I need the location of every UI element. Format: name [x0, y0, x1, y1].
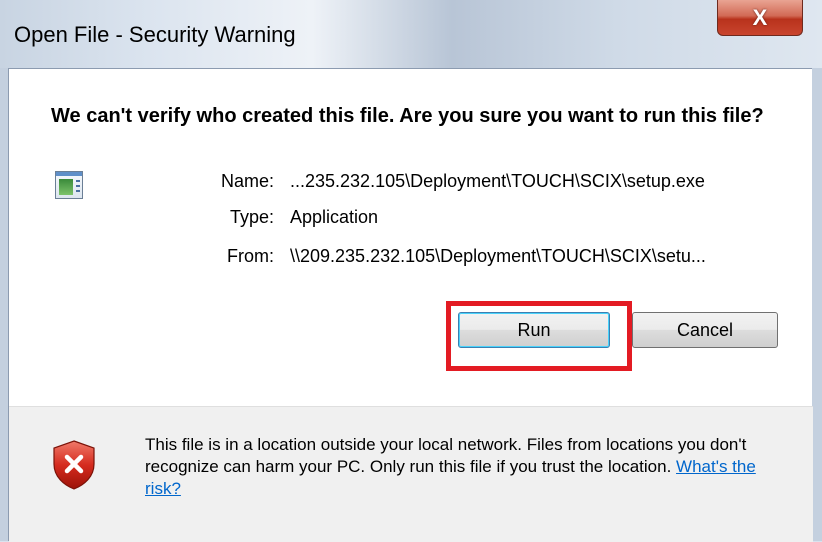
window-title: Open File - Security Warning	[14, 22, 296, 47]
footer-message: This file is in a location outside your …	[145, 435, 747, 476]
from-value: \\209.235.232.105\Deployment\TOUCH\SCIX\…	[290, 246, 706, 266]
security-warning-window: Open File - Security Warning X We can't …	[0, 0, 822, 542]
footer-panel: This file is in a location outside your …	[9, 407, 813, 542]
warning-heading: We can't verify who created this file. A…	[51, 105, 764, 127]
type-label: Type:	[229, 207, 274, 227]
dialog-content: We can't verify who created this file. A…	[8, 68, 813, 542]
cancel-button[interactable]: Cancel	[632, 312, 778, 348]
type-value: Application	[290, 207, 379, 227]
window-frame-right	[812, 68, 822, 541]
window-frame-left	[0, 68, 8, 541]
name-value: ...235.232.105\Deployment\TOUCH\SCIX\set…	[290, 171, 705, 191]
from-label: From:	[227, 246, 274, 266]
application-file-icon	[55, 171, 83, 199]
title-bar[interactable]: Open File - Security Warning X	[0, 0, 822, 68]
name-label: Name:	[220, 171, 274, 191]
close-button[interactable]: X	[717, 0, 803, 36]
footer-message-block: This file is in a location outside your …	[145, 434, 785, 500]
run-button[interactable]: Run	[458, 312, 610, 348]
close-icon: X	[752, 4, 768, 30]
shield-error-icon	[53, 440, 95, 490]
